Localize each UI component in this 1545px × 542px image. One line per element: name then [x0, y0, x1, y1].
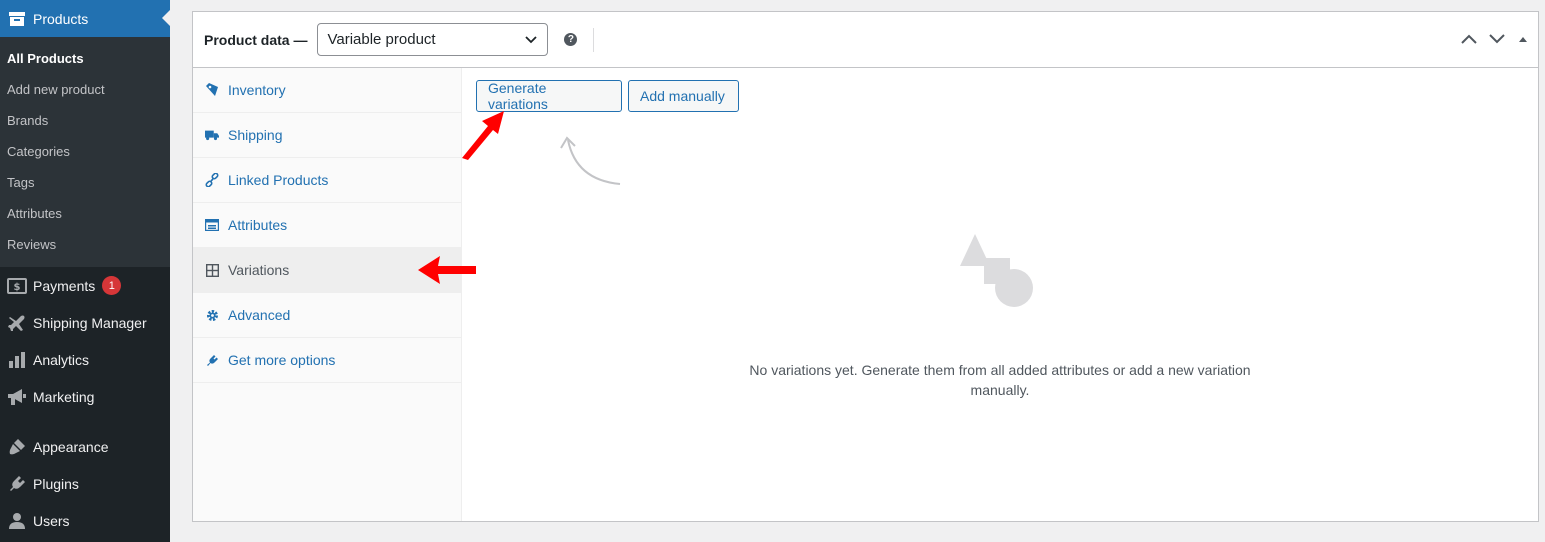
tab-shipping[interactable]: Shipping [193, 113, 461, 158]
menu-plugins-label: Plugins [33, 475, 79, 492]
product-type-select[interactable]: Variable product [317, 23, 549, 56]
user-icon [7, 512, 27, 530]
header-divider [593, 27, 595, 52]
menu-products-label: Products [33, 10, 89, 27]
tab-advanced-label: Advanced [228, 307, 291, 323]
menu-plugins[interactable]: Plugins [0, 465, 170, 502]
attributes-icon [205, 219, 219, 231]
link-icon [205, 173, 219, 187]
tab-inventory-label: Inventory [228, 82, 286, 98]
add-manually-button[interactable]: Add manually [628, 80, 739, 112]
menu-users[interactable]: Users [0, 502, 170, 539]
menu-payments-label: Payments [33, 277, 96, 294]
plane-icon [7, 314, 27, 332]
gear-icon [205, 309, 219, 322]
product-data-tabs: Inventory Shipping Linked Products Attri… [193, 68, 462, 521]
menu-appearance[interactable]: Appearance [0, 428, 170, 465]
grid-icon [205, 263, 219, 277]
submenu-all-products[interactable]: All Products [0, 43, 170, 74]
menu-shipping-manager[interactable]: Shipping Manager [0, 304, 170, 341]
plug-icon [7, 475, 27, 493]
move-down-icon[interactable] [1488, 33, 1506, 48]
submenu-tags[interactable]: Tags [0, 167, 170, 198]
submenu-add-new-product[interactable]: Add new product [0, 74, 170, 105]
megaphone-icon [7, 388, 27, 406]
admin-sidebar: Products All Products Add new product Br… [0, 0, 170, 542]
hint-arrow-icon [560, 136, 621, 185]
tab-linked-products[interactable]: Linked Products [193, 158, 461, 203]
menu-analytics[interactable]: Analytics [0, 341, 170, 378]
menu-analytics-label: Analytics [33, 351, 90, 368]
tab-attributes[interactable]: Attributes [193, 203, 461, 248]
product-data-title: Product data — [204, 31, 308, 48]
archive-icon [7, 11, 27, 27]
move-up-icon[interactable] [1460, 33, 1478, 48]
menu-products[interactable]: Products [0, 0, 170, 37]
truck-icon [205, 129, 219, 141]
products-submenu: All Products Add new product Brands Cate… [0, 37, 170, 267]
submenu-categories[interactable]: Categories [0, 136, 170, 167]
annotation-arrow-icon [418, 256, 476, 284]
collapse-toggle-icon[interactable] [1516, 33, 1530, 48]
tab-inventory[interactable]: Inventory [193, 68, 461, 113]
tab-attributes-label: Attributes [228, 217, 288, 233]
paintbrush-icon [7, 438, 27, 456]
chevron-down-icon [525, 31, 538, 48]
payments-icon: $ [7, 277, 27, 294]
product-type-value: Variable product [327, 31, 436, 48]
panel-controls [1460, 12, 1530, 68]
help-icon[interactable]: ? [564, 33, 578, 46]
tab-shipping-label: Shipping [228, 127, 283, 143]
menu-users-label: Users [33, 512, 70, 529]
annotation-arrow-icon [462, 111, 504, 160]
product-data-header: Product data — Variable product ? [193, 12, 1538, 68]
submenu-brands[interactable]: Brands [0, 105, 170, 136]
tab-variations-label: Variations [228, 262, 290, 278]
menu-payments[interactable]: $ Payments 1 [0, 267, 170, 304]
submenu-attributes[interactable]: Attributes [0, 198, 170, 229]
plugin-icon [205, 354, 219, 367]
product-data-panel: Product data — Variable product ? Invent… [192, 11, 1539, 522]
tab-get-more-options-label: Get more options [228, 352, 336, 368]
variations-panel: Generate variations Add manually No vari… [462, 68, 1538, 521]
tab-advanced[interactable]: Advanced [193, 293, 461, 338]
menu-appearance-label: Appearance [33, 438, 109, 455]
payments-badge: 1 [102, 276, 122, 295]
submenu-reviews[interactable]: Reviews [0, 229, 170, 260]
menu-shipping-manager-label: Shipping Manager [33, 314, 147, 331]
menu-marketing[interactable]: Marketing [0, 378, 170, 415]
bar-chart-icon [7, 351, 27, 369]
empty-state-shapes-icon [960, 234, 1033, 307]
svg-text:$: $ [14, 282, 21, 293]
tab-get-more-options[interactable]: Get more options [193, 338, 461, 383]
empty-state-message: No variations yet. Generate them from al… [749, 362, 1251, 398]
tab-linked-products-label: Linked Products [228, 172, 329, 188]
menu-marketing-label: Marketing [33, 388, 95, 405]
tag-icon [205, 83, 219, 97]
